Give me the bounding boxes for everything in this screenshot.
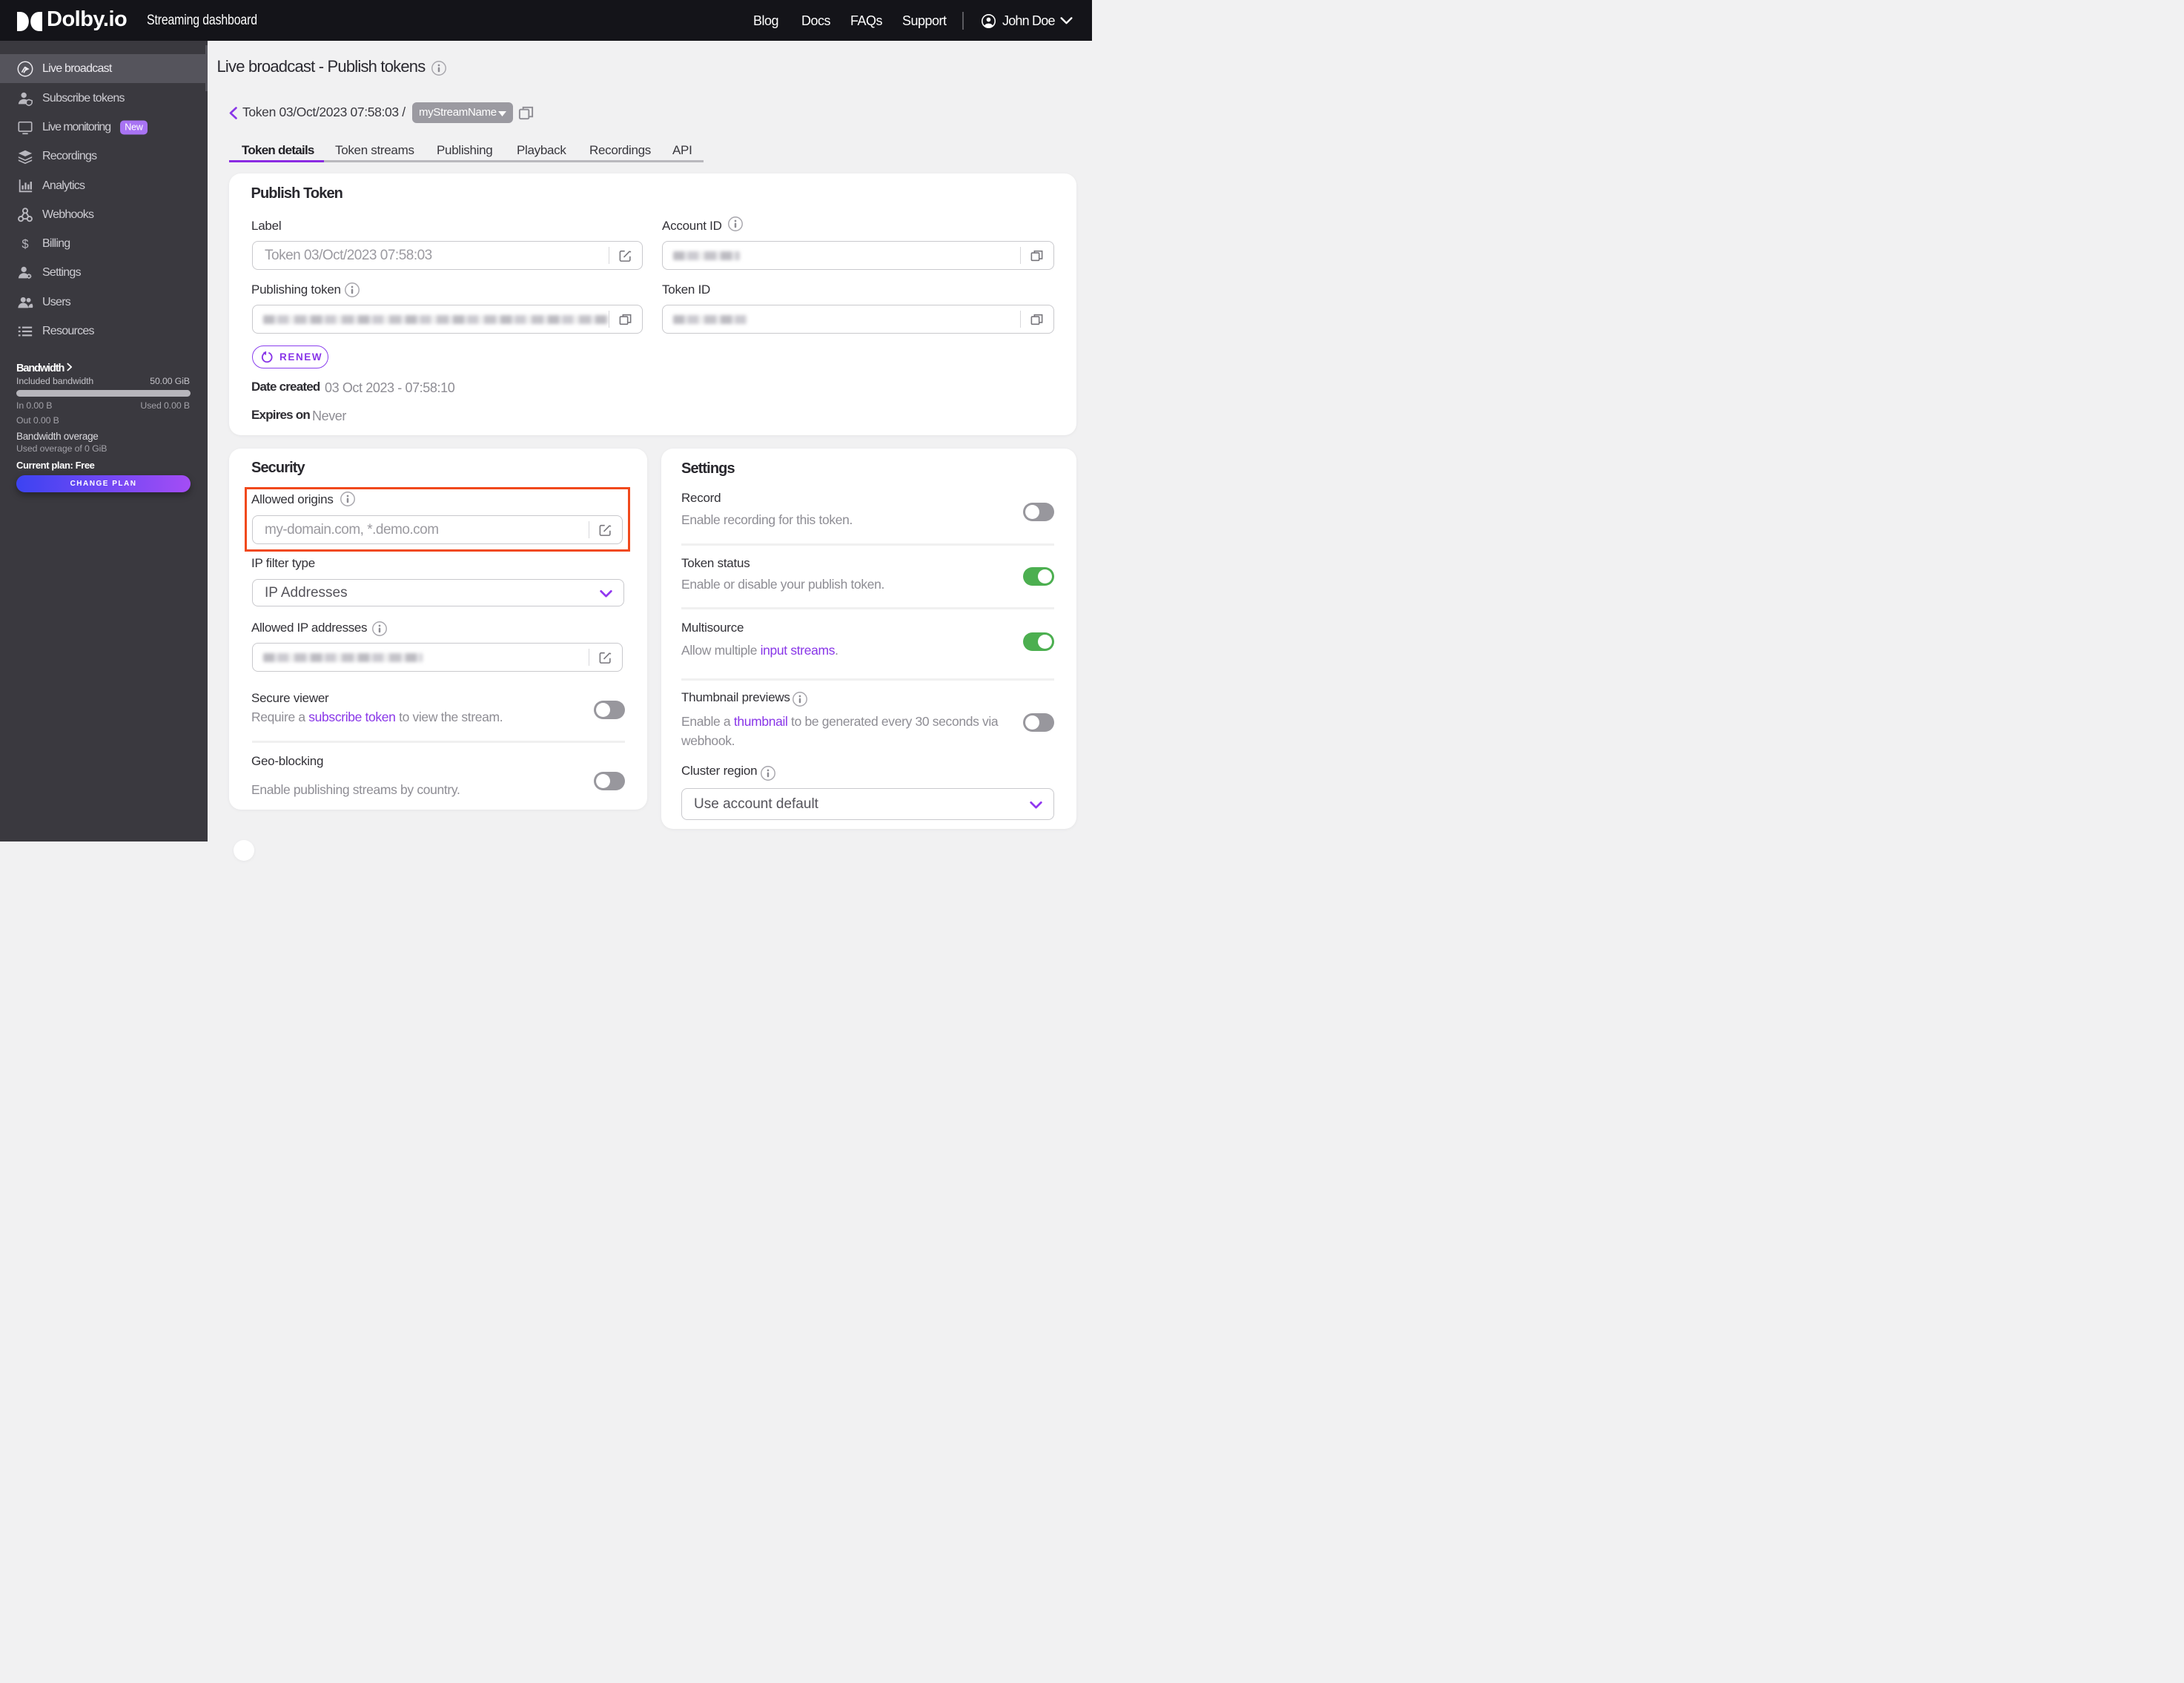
svg-text:$: $	[21, 237, 28, 251]
